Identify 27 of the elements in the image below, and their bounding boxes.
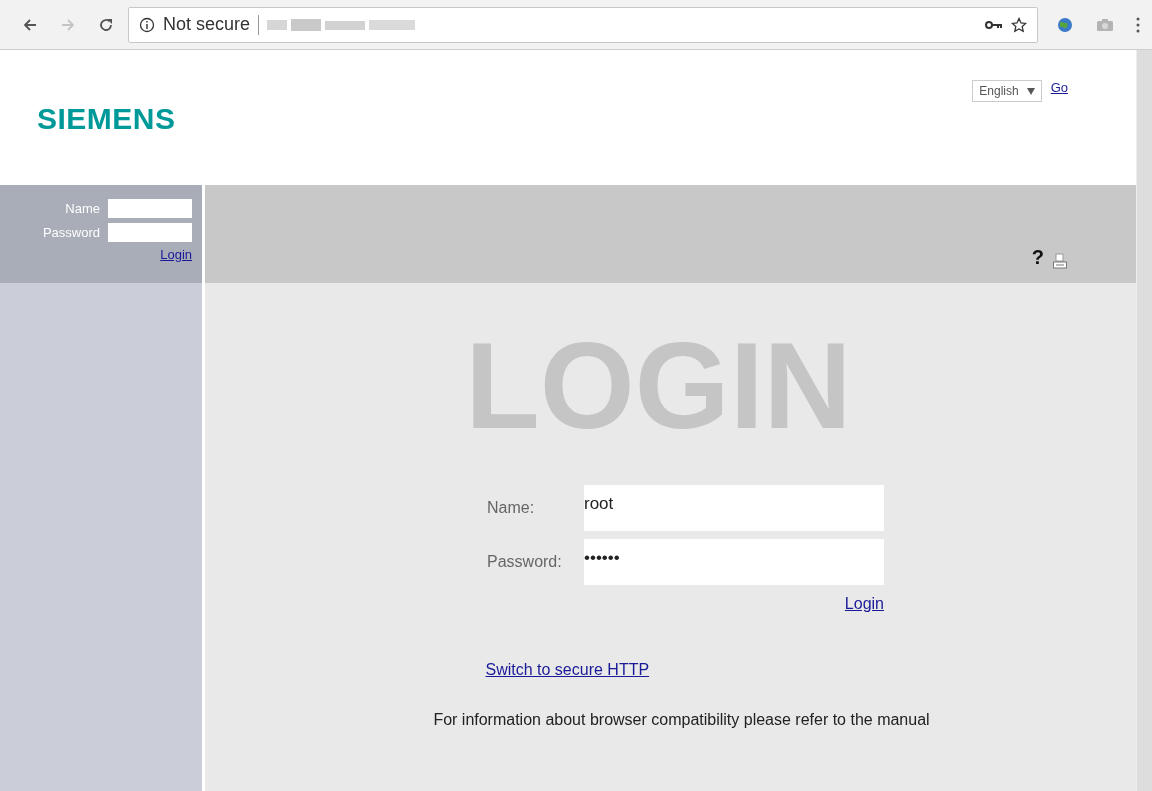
help-icon[interactable]: ? — [1031, 246, 1044, 269]
name-label: Name: — [487, 499, 536, 517]
globe-icon[interactable] — [1056, 15, 1074, 34]
key-icon[interactable] — [985, 19, 1003, 30]
star-icon[interactable] — [1011, 16, 1027, 33]
menu-icon[interactable] — [1136, 16, 1140, 33]
secure-http-link[interactable]: Switch to secure HTTP — [485, 661, 650, 678]
name-input[interactable]: root — [584, 485, 884, 531]
scrollbar[interactable] — [1136, 50, 1152, 791]
name-field[interactable] — [108, 199, 192, 218]
back-icon[interactable] — [22, 16, 38, 33]
language-select[interactable]: English — [972, 80, 1042, 102]
print-icon[interactable] — [1052, 253, 1068, 269]
login-link[interactable]: Login — [160, 247, 192, 262]
password-field[interactable] — [108, 223, 192, 242]
name-label: Name — [65, 201, 100, 216]
password-label: Password — [42, 225, 100, 240]
logo: SIEMENS — [37, 102, 176, 137]
go-link[interactable]: Go — [1050, 80, 1068, 95]
address-bar[interactable]: Not secure — [128, 6, 1038, 43]
password-input[interactable]: •••••• — [584, 539, 884, 585]
reload-icon[interactable] — [98, 16, 114, 33]
info-icon[interactable] — [139, 16, 155, 33]
login-link[interactable]: Login — [844, 595, 884, 613]
compatibility-note: For information about browser compatibility please refer to the manual — [433, 711, 930, 729]
password-label: Password: — [487, 553, 563, 571]
security-label: Not secure — [163, 14, 251, 35]
